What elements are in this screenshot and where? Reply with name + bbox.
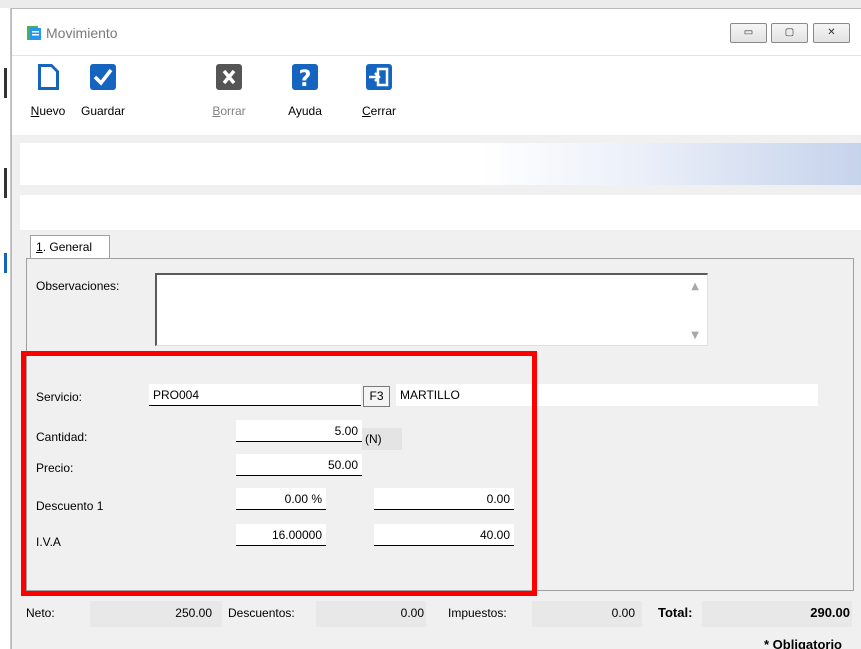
window-title: Movimiento — [46, 25, 118, 41]
iva-label: I.V.A — [36, 535, 61, 549]
borrar-label: Borrar — [212, 104, 246, 118]
descuento-amount-input[interactable]: 0.00 — [374, 488, 514, 510]
background-mark — [4, 68, 7, 98]
impuestos-value: 0.00 — [611, 606, 635, 620]
cerrar-button[interactable]: Cerrar — [359, 62, 399, 126]
descuentos-label: Descuentos: — [228, 606, 295, 620]
descuentos-value: 0.00 — [400, 606, 424, 620]
toolbar: Nuevo Guardar Borrar ? Ayuda Cerrar — [12, 55, 861, 135]
info-bar — [20, 195, 861, 230]
observaciones-textarea[interactable]: ▲ ▼ — [155, 273, 708, 346]
servicio-label: Servicio: — [36, 390, 83, 404]
cantidad-label: Cantidad: — [36, 430, 88, 444]
ayuda-button[interactable]: ? Ayuda — [284, 62, 326, 126]
descuento-label: Descuento 1 — [36, 499, 104, 513]
background-app-strip — [0, 0, 861, 8]
guardar-label: Guardar — [80, 104, 126, 118]
iva-rate-input[interactable]: 16.00000 — [236, 524, 326, 546]
observaciones-label: Observaciones: — [36, 279, 120, 293]
precio-input[interactable]: 50.00 — [236, 454, 362, 476]
lookup-f3-button[interactable]: F3 — [363, 386, 390, 407]
neto-label: Neto: — [26, 606, 55, 620]
servicio-name-field: MARTILLO — [396, 384, 818, 406]
iva-amount-input[interactable]: 40.00 — [374, 524, 514, 546]
total-label: Total: — [658, 605, 693, 620]
nuevo-button[interactable]: Nuevo — [28, 62, 68, 126]
borrar-button[interactable]: Borrar — [209, 62, 249, 126]
nuevo-label: Nuevo — [30, 104, 66, 118]
close-button[interactable]: ✕ — [813, 23, 850, 43]
minimize-button[interactable]: ▭ — [730, 23, 767, 43]
totals-bar: Neto: 250.00 Descuentos: 0.00 Impuestos:… — [12, 601, 861, 627]
background-app-edge — [0, 8, 11, 649]
precio-label: Precio: — [36, 461, 74, 475]
descuento-percent-input[interactable]: 0.00 % — [236, 488, 326, 510]
cantidad-unit: (N) — [362, 428, 402, 450]
cantidad-input[interactable]: 5.00 — [236, 420, 362, 442]
help-question-icon: ? — [292, 64, 318, 92]
title-bar: Movimiento ▭ ▢ ✕ — [12, 9, 861, 55]
neto-value: 250.00 — [175, 606, 212, 620]
tab-general[interactable]: 1. General — [30, 235, 110, 259]
header-gradient-bar — [20, 143, 861, 185]
servicio-code-input[interactable]: PRO004 — [149, 384, 361, 406]
impuestos-label: Impuestos: — [448, 606, 507, 620]
new-document-icon — [38, 64, 59, 90]
svg-text:?: ? — [299, 67, 312, 92]
exit-door-icon — [366, 64, 392, 90]
checkmark-icon — [90, 64, 116, 90]
background-mark — [4, 253, 7, 273]
cerrar-label: Cerrar — [361, 104, 396, 118]
scroll-down-icon[interactable]: ▼ — [691, 330, 699, 341]
guardar-button[interactable]: Guardar — [78, 62, 128, 126]
obligatorio-note: * Obligatorio — [764, 637, 842, 649]
scroll-up-icon[interactable]: ▲ — [691, 281, 699, 292]
background-mark — [4, 168, 7, 198]
total-value: 290.00 — [810, 605, 850, 620]
movimiento-window: Movimiento ▭ ▢ ✕ Nuevo Guardar Borrar ? … — [11, 8, 861, 649]
app-document-icon — [27, 26, 41, 40]
maximize-button[interactable]: ▢ — [771, 23, 808, 43]
ayuda-label: Ayuda — [288, 104, 322, 118]
delete-x-icon — [216, 64, 242, 90]
